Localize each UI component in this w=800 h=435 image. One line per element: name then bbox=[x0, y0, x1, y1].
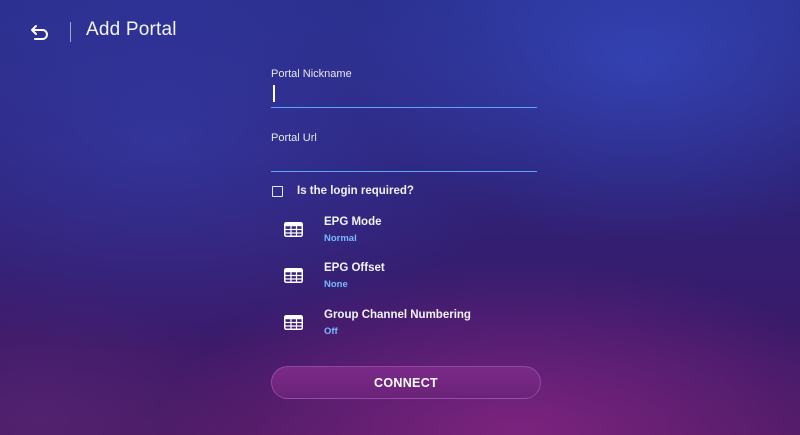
text-cursor bbox=[273, 85, 275, 102]
setting-group-channel-numbering[interactable]: Group Channel Numbering Off bbox=[284, 309, 544, 343]
login-required-option[interactable]: Is the login required? bbox=[272, 185, 414, 197]
connect-button[interactable]: CONNECT bbox=[271, 366, 541, 399]
setting-value: Off bbox=[324, 326, 338, 337]
portal-url-label: Portal Url bbox=[271, 132, 317, 144]
grid-list-icon bbox=[284, 268, 303, 283]
setting-epg-offset[interactable]: EPG Offset None bbox=[284, 262, 544, 296]
portal-nickname-input[interactable] bbox=[271, 86, 537, 108]
setting-name: Group Channel Numbering bbox=[324, 309, 471, 321]
grid-list-icon bbox=[284, 315, 303, 330]
setting-name: EPG Mode bbox=[324, 216, 382, 228]
grid-list-icon bbox=[284, 222, 303, 237]
login-required-checkbox[interactable] bbox=[272, 185, 283, 197]
setting-value: None bbox=[324, 279, 348, 290]
setting-value: Normal bbox=[324, 233, 357, 244]
back-button[interactable] bbox=[26, 18, 54, 46]
setting-name: EPG Offset bbox=[324, 262, 385, 274]
portal-url-field: Portal Url bbox=[271, 132, 537, 172]
portal-nickname-field: Portal Nickname bbox=[271, 68, 537, 108]
top-bar: Add Portal bbox=[0, 0, 800, 64]
login-required-label: Is the login required? bbox=[297, 185, 414, 197]
portal-url-input[interactable] bbox=[271, 150, 537, 172]
back-arrow-icon bbox=[31, 25, 48, 40]
page-title: Add Portal bbox=[86, 19, 177, 40]
title-divider bbox=[70, 22, 71, 42]
portal-nickname-label: Portal Nickname bbox=[271, 68, 352, 80]
setting-epg-mode[interactable]: EPG Mode Normal bbox=[284, 216, 544, 250]
